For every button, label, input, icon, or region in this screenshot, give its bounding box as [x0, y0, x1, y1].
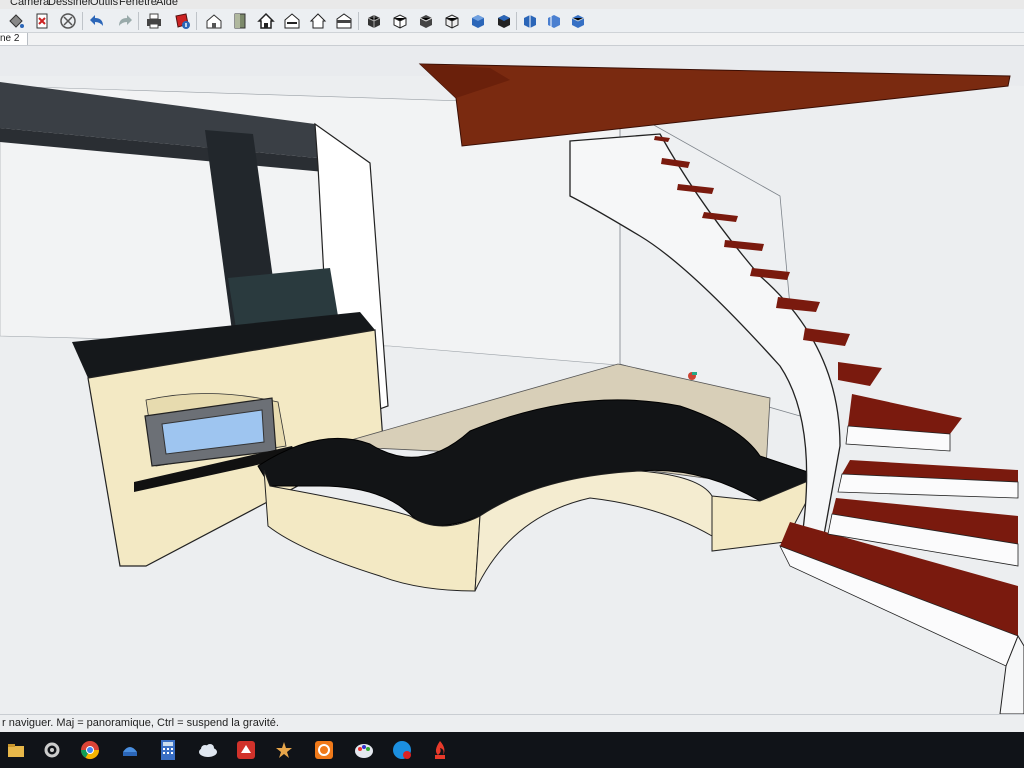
toolbar [0, 9, 1024, 33]
front-view-icon[interactable] [256, 11, 276, 31]
menu-draw[interactable]: Dessiner [48, 0, 91, 8]
paint-bucket-icon[interactable] [6, 11, 26, 31]
section-plane-icon[interactable] [544, 11, 564, 31]
wireframe-icon[interactable] [416, 11, 436, 31]
shaded-textures-icon[interactable] [494, 11, 514, 31]
model-scene [0, 63, 1024, 714]
xray-icon[interactable] [364, 11, 384, 31]
paint-icon[interactable] [348, 736, 380, 764]
skype-icon[interactable] [386, 736, 418, 764]
back-view-icon[interactable] [308, 11, 328, 31]
model-viewport[interactable] [0, 46, 1024, 714]
iso-view-icon[interactable] [204, 11, 224, 31]
undo-icon[interactable] [88, 11, 108, 31]
flame-app-icon[interactable] [424, 736, 456, 764]
menu-tools[interactable]: Outils [90, 0, 118, 8]
menu-bar: Caméra Dessiner Outils Fenêtre Aide [0, 0, 1024, 9]
monochrome-icon[interactable] [520, 11, 540, 31]
back-edges-icon[interactable] [390, 11, 410, 31]
model-info-icon[interactable] [172, 11, 192, 31]
status-bar: r naviguer. Maj = panoramique, Ctrl = su… [0, 714, 1024, 732]
lightroom-icon[interactable] [268, 736, 300, 764]
right-view-icon[interactable] [282, 11, 302, 31]
shaded-icon[interactable] [468, 11, 488, 31]
display-section-icon[interactable] [568, 11, 588, 31]
sketchup-icon[interactable] [230, 736, 262, 764]
menu-help[interactable]: Aide [156, 0, 178, 8]
network-icon[interactable] [114, 736, 146, 764]
delete-icon[interactable] [32, 11, 52, 31]
chrome-icon[interactable] [74, 736, 106, 764]
settings-icon[interactable] [36, 736, 68, 764]
scene-tab-bar: ne 2 [0, 33, 1024, 46]
scene-tab[interactable]: ne 2 [0, 33, 29, 45]
taskbar [0, 732, 1024, 768]
menu-window[interactable]: Fenêtre [119, 0, 157, 8]
hidden-line-icon[interactable] [442, 11, 462, 31]
cancel-icon[interactable] [58, 11, 78, 31]
cloud-icon[interactable] [192, 736, 224, 764]
print-icon[interactable] [144, 11, 164, 31]
file-explorer-icon[interactable] [0, 736, 32, 764]
left-view-icon[interactable] [334, 11, 354, 31]
avast-icon[interactable] [308, 736, 340, 764]
calculator-icon[interactable] [152, 736, 184, 764]
redo-icon[interactable] [114, 11, 134, 31]
top-view-icon[interactable] [230, 11, 250, 31]
status-text: r naviguer. Maj = panoramique, Ctrl = su… [2, 717, 279, 729]
menu-camera[interactable]: Caméra [10, 0, 49, 8]
